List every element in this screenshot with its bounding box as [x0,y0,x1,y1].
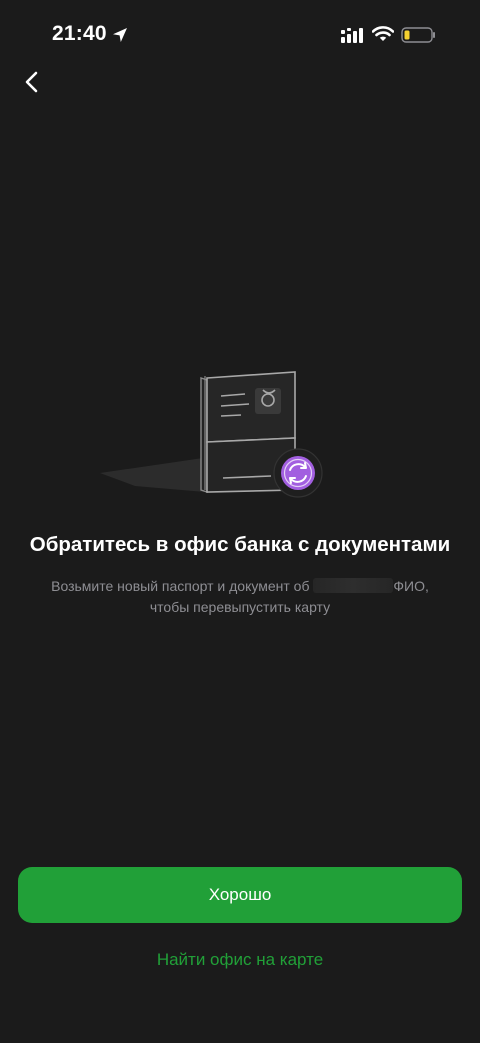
wifi-icon [372,26,394,41]
signal-icon [341,28,363,43]
redacted-text [313,578,394,593]
location-arrow-icon [113,28,127,42]
subtitle-text-part1: Возьмите новый паспорт и документ об [51,578,310,594]
page-title: Обратитесь в офис банка с документами [29,533,451,556]
ok-button[interactable]: Хорошо [18,867,462,923]
chevron-left-icon [25,71,38,93]
battery-low-icon [401,27,435,43]
ok-button-label: Хорошо [208,885,272,904]
subtitle-text-line2: чтобы перевыпустить карту [149,599,331,615]
passport-documents-refresh-icon [100,371,323,498]
status-time: 21:40 [52,22,107,45]
back-button[interactable] [14,64,50,100]
subtitle-text-part2: ФИО, [393,578,429,594]
page-subtitle: Возьмите новый паспорт и документ об ФИО… [30,576,450,618]
status-bar: 21:40 [0,0,480,70]
find-office-on-map-link[interactable]: Найти офис на карте [0,950,480,970]
